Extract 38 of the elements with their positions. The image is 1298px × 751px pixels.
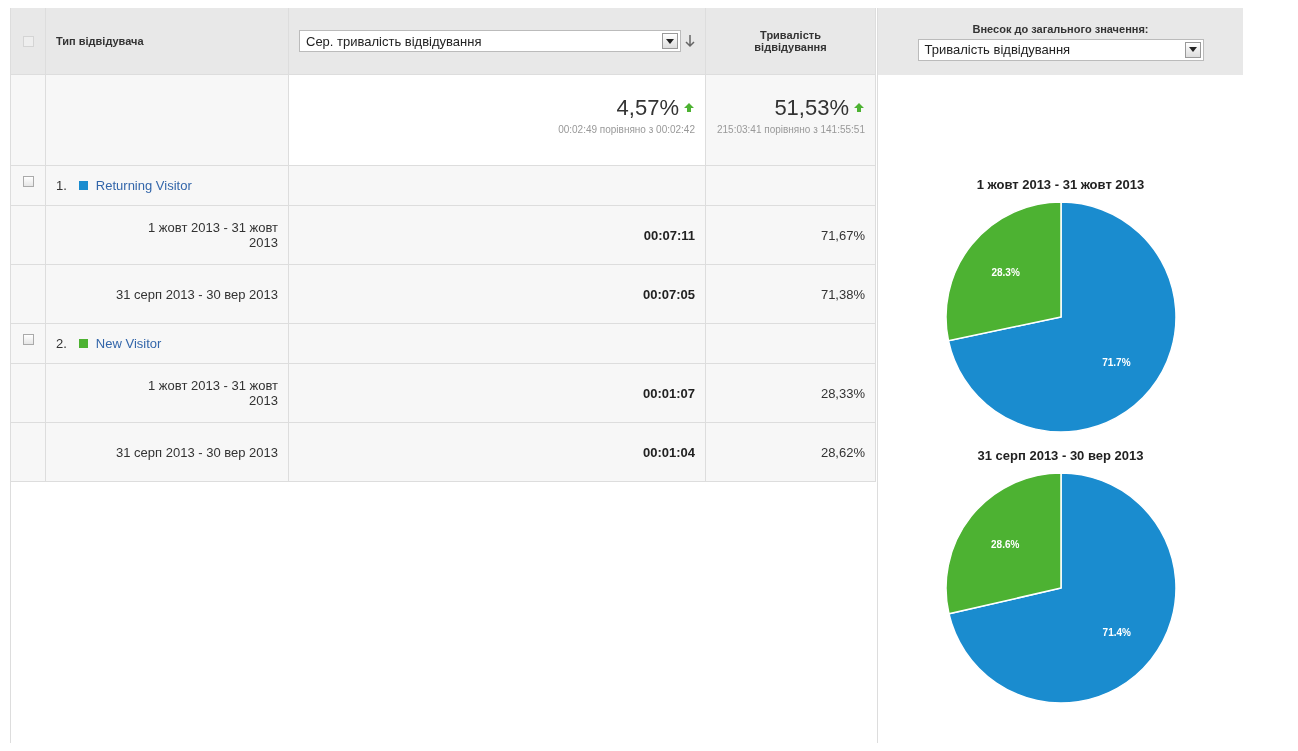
- table-cell: 28,33%: [706, 364, 876, 423]
- slice-label: 71.4%: [1102, 627, 1131, 639]
- row-checkbox[interactable]: [22, 334, 34, 345]
- metric-dropdown[interactable]: Сер. тривалість відвідування: [299, 30, 681, 52]
- up-arrow-icon: [853, 102, 865, 114]
- caret-icon: [1188, 47, 1197, 52]
- row-index: 1.: [56, 178, 67, 193]
- table-cell: 71,38%: [706, 265, 876, 324]
- table-cell: 00:01:04: [289, 423, 706, 482]
- visitor-type-link[interactable]: Returning Visitor: [95, 178, 192, 193]
- contribution-label: Внесок до загального значення:: [972, 22, 1149, 35]
- percent-change: 4,57%: [616, 95, 679, 121]
- up-arrow-icon: [683, 102, 695, 114]
- table-cell: 00:07:11: [289, 206, 706, 265]
- chart-title: 1 жовт 2013 - 31 жовт 2013: [976, 177, 1145, 192]
- table-cell: 28,62%: [706, 423, 876, 482]
- sort-arrow-icon[interactable]: [685, 34, 695, 48]
- table-cell: 00:01:07: [289, 364, 706, 423]
- date-range: 31 серп 2013 - 30 вер 2013: [46, 265, 289, 324]
- slice-label: 28.6%: [990, 538, 1019, 550]
- date-range: 31 серп 2013 - 30 вер 2013: [46, 423, 289, 482]
- table-cell: 71,67%: [706, 206, 876, 265]
- percent-change: 51,53%: [774, 95, 849, 121]
- chart-title: 31 серп 2013 - 30 вер 2013: [977, 448, 1144, 463]
- visitor-type-link[interactable]: New Visitor: [95, 336, 162, 351]
- comparison-text: 00:02:49 порівняно з 00:02:42: [558, 124, 695, 135]
- date-range: 1 жовт 2013 - 31 жовт 2013: [46, 364, 289, 423]
- contribution-dropdown[interactable]: Тривалість відвідування: [917, 38, 1204, 61]
- column-header: Тривалість відвідування: [706, 8, 876, 75]
- row-checkbox[interactable]: [22, 176, 34, 187]
- column-header: Тип відвідувача: [46, 8, 289, 75]
- table-cell: 00:07:05: [289, 265, 706, 324]
- row-index: 2.: [56, 336, 67, 351]
- date-range: 1 жовт 2013 - 31 жовт 2013: [46, 206, 289, 265]
- slice-label: 28.3%: [990, 267, 1020, 279]
- caret-icon: [666, 38, 674, 44]
- slice-label: 71.7%: [1101, 356, 1131, 368]
- comparison-text: 215:03:41 порівняно з 141:55:51: [717, 124, 865, 135]
